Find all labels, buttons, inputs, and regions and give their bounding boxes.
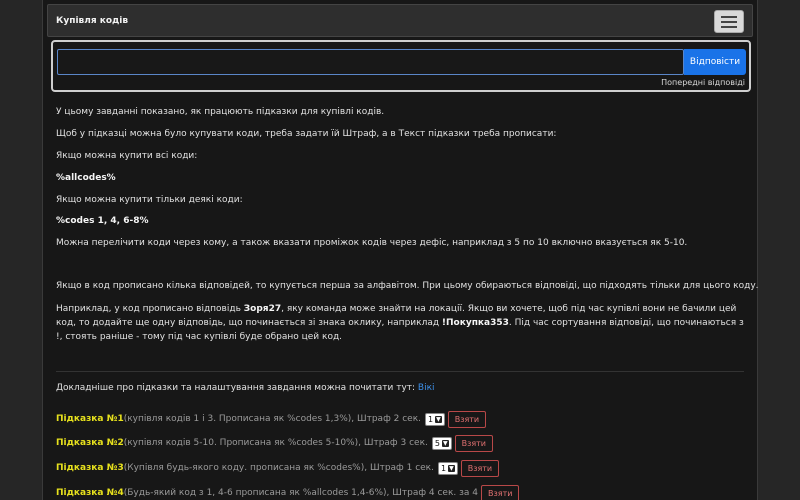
- hint-title: Підказка №2: [56, 438, 124, 448]
- take-hint-button[interactable]: Взяти: [460, 459, 500, 477]
- take-hint-button[interactable]: Взяти: [447, 410, 487, 428]
- chevron-down-icon: ▼: [448, 464, 455, 472]
- code-select[interactable]: 1 ▼: [425, 412, 445, 426]
- task-text-setup: Щоб у підказці можна було купувати коди,…: [56, 129, 557, 139]
- hint-row-2: Підказка №2 (купівля кодів 5-10. Прописа…: [56, 434, 494, 452]
- code-select[interactable]: 1 ▼: [437, 461, 458, 475]
- example-answer-2: !Покупка353: [441, 318, 509, 328]
- take-hint-button[interactable]: Взяти: [481, 484, 520, 500]
- task-code-codes: %codes 1, 4, 6-8%: [56, 216, 149, 226]
- task-text-intro: У цьому завданні показано, як працюють п…: [56, 107, 385, 117]
- menu-toggle-button[interactable]: [714, 10, 744, 33]
- code-select[interactable]: 5 ▼: [431, 436, 452, 450]
- task-text-ranges: Можна перелічити коди через кому, а тако…: [56, 238, 688, 248]
- example-answer-1: Зоря27: [243, 304, 282, 314]
- page-side-left: [0, 0, 42, 500]
- hint-description: (Купівля будь-якого коду. прописана як %…: [123, 463, 434, 473]
- hint-row-4: Підказка №4 (Будь-який код з 1, 4-6 проп…: [56, 484, 520, 500]
- chevron-down-icon: ▼: [435, 415, 442, 423]
- task-text-more-info: Докладніше про підказки та налаштування …: [56, 383, 435, 393]
- take-hint-button[interactable]: Взяти: [454, 434, 494, 452]
- navbar: Купівля кодів: [47, 4, 753, 37]
- task-text-example: Наприклад, у код прописано відповідь Зор…: [56, 304, 744, 342]
- hint-title: Підказка №4: [56, 488, 124, 498]
- answer-form: Відповісти Попередні відповіді: [51, 40, 751, 92]
- send-answer-button[interactable]: Відповісти: [684, 49, 746, 75]
- chevron-down-icon: ▼: [441, 439, 449, 447]
- task-text-some-codes-label: Якщо можна купити тільки деякі коди:: [56, 195, 243, 205]
- answer-input[interactable]: [57, 49, 684, 75]
- previous-answers-link[interactable]: Попередні відповіді: [661, 78, 745, 87]
- task-text-multiple-answers: Якщо в код прописано кілька відповідей, …: [56, 281, 759, 291]
- wiki-link[interactable]: Вікі: [418, 383, 435, 393]
- page-side-right: [758, 0, 800, 500]
- task-text-all-codes-label: Якщо можна купити всі коди:: [56, 151, 198, 161]
- hamburger-icon: [721, 15, 737, 18]
- hint-title: Підказка №3: [56, 463, 124, 473]
- hint-title: Підказка №1: [56, 414, 124, 424]
- hint-description: (Будь-який код з 1, 4-6 прописана як %al…: [123, 488, 479, 498]
- page-title: Купівля кодів: [56, 16, 129, 26]
- hint-row-1: Підказка №1 (купівля кодів 1 і 3. Пропис…: [56, 410, 487, 428]
- hint-row-3: Підказка №3 (Купівля будь-якого коду. пр…: [56, 459, 500, 477]
- hint-description: (купівля кодів 5-10. Прописана як %codes…: [123, 438, 428, 448]
- task-code-allcodes: %allcodes%: [56, 173, 116, 183]
- divider: [56, 371, 744, 372]
- hint-description: (купівля кодів 1 і 3. Прописана як %code…: [123, 414, 421, 424]
